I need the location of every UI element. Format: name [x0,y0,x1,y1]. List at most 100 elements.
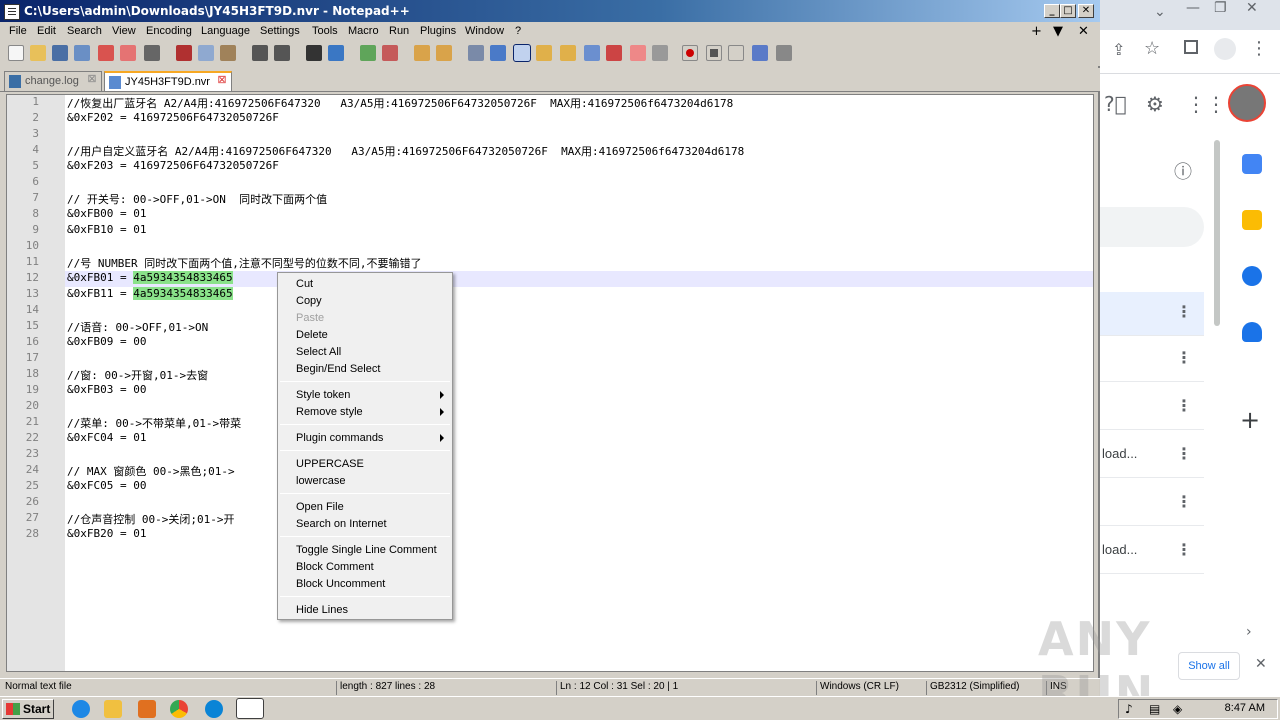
save-all-icon[interactable] [74,45,90,61]
ctx-hide-lines[interactable]: Hide Lines [296,602,348,618]
tab-change-log[interactable]: change.log ⊠ [4,71,102,91]
indent-guide-icon[interactable] [513,44,531,62]
title-bar[interactable]: C:\Users\admin\Downloads\JY45H3FT9D.nvr … [0,0,1100,24]
code-line[interactable]: &0xFB20 = 01 [67,527,146,540]
menu-edit[interactable]: Edit [37,25,56,37]
media-player-icon[interactable] [138,700,156,718]
redo-icon[interactable] [274,45,290,61]
code-line[interactable]: &0xFC04 = 01 [67,431,146,444]
record-macro-icon[interactable] [682,45,698,61]
menu-language[interactable]: Language [201,25,250,37]
menu-settings[interactable]: Settings [260,25,300,37]
profile-icon[interactable] [1214,38,1236,60]
menu-help[interactable]: ? [515,25,521,37]
list-item[interactable]: load... ⋮ [1100,434,1204,478]
list-item[interactable]: ⋮ [1100,292,1204,336]
close-button[interactable]: ✕ [1078,4,1094,18]
more-vert-icon[interactable]: ⋮ [1176,302,1192,321]
code-line[interactable]: &0xFB01 = 4a5934354833465 [67,271,233,284]
calendar-icon[interactable] [1242,154,1262,174]
ctx-search-internet[interactable]: Search on Internet [296,516,387,532]
ctx-select-all[interactable]: Select All [296,344,341,360]
code-line[interactable]: &0xF203 = 416972506F64732050726F [67,159,279,172]
tasks-icon[interactable] [1242,266,1262,286]
code-line[interactable]: //号 NUMBER 同时改下面两个值,注意不同型号的位数不同,不要输错了 [67,255,421,271]
ctx-remove-style[interactable]: Remove style [296,404,363,420]
more-vert-icon[interactable]: ⋮ [1176,396,1192,415]
search-box[interactable] [1100,207,1204,247]
new-file-icon[interactable] [8,45,24,61]
code-line[interactable]: // MAX 窗颜色 00->黑色;01-> [67,463,235,479]
stop-macro-icon[interactable] [706,45,722,61]
ctx-block-uncomment[interactable]: Block Uncomment [296,576,385,592]
find-icon[interactable] [306,45,322,61]
new-tab-icon[interactable]: + [1031,24,1042,39]
ctx-toggle-line-comment[interactable]: Toggle Single Line Comment [296,542,437,558]
tab-jy45h3ft9d[interactable]: JY45H3FT9D.nvr ⊠ [104,71,232,91]
chrome-icon[interactable] [170,700,188,718]
shield-icon[interactable]: ◈ [1173,702,1182,716]
list-item[interactable]: ⋮ [1100,482,1204,526]
copy-icon[interactable] [198,45,214,61]
text-editor[interactable]: 1 2 3 4 5 6 7 8 9 10 11 12 13 14 15 16 17 18 19 20 21 22 23 24 2… [6,94,1094,672]
close-file-icon[interactable] [98,45,114,61]
ctx-plugin-commands[interactable]: Plugin commands [296,430,383,446]
start-button[interactable]: Start [2,699,54,719]
ctx-delete[interactable]: Delete [296,327,328,343]
ctx-begin-end-select[interactable]: Begin/End Select [296,361,380,377]
code-line[interactable]: //菜单: 00->不带菜单,01->带菜 [67,415,241,431]
menu-file[interactable]: File [9,25,27,37]
undo-icon[interactable] [252,45,268,61]
sync-vertical-icon[interactable] [414,45,430,61]
edge-icon[interactable] [205,700,223,718]
keep-icon[interactable] [1242,210,1262,230]
ctx-lowercase[interactable]: lowercase [296,473,346,489]
ctx-block-comment[interactable]: Block Comment [296,559,374,575]
menu-window[interactable]: Window [465,25,504,37]
share-icon[interactable]: ⇪ [1112,40,1125,59]
close-doc-icon[interactable]: ✕ [1078,24,1089,39]
udl-icon[interactable] [536,45,552,61]
ctx-style-token[interactable]: Style token [296,387,350,403]
paste-icon[interactable] [220,45,236,61]
replace-icon[interactable] [328,45,344,61]
code-line[interactable]: // 开关号: 00->OFF,01->ON 同时改下面两个值 [67,191,327,207]
restore-icon[interactable]: ❐ [1214,0,1227,16]
minimize-icon[interactable]: — [1186,0,1200,16]
side-panel-icon[interactable] [1184,40,1198,54]
close-all-icon[interactable] [120,45,136,61]
tab-list-icon[interactable]: ▼ [1053,24,1063,39]
account-avatar[interactable] [1228,84,1266,122]
save-icon[interactable] [52,45,68,61]
code-line[interactable]: &0xFB09 = 00 [67,335,146,348]
selected-text[interactable]: 4a5934354833465 [133,271,233,284]
help-icon[interactable]: ?⃝ [1104,92,1127,116]
ctx-paste[interactable]: Paste [296,310,324,326]
code-line[interactable]: &0xFB00 = 01 [67,207,146,220]
function-list-icon[interactable] [584,45,600,61]
play-macro-icon[interactable] [728,45,744,61]
tab-close-icon[interactable]: ⊠ [86,74,98,86]
menu-run[interactable]: Run [389,25,409,37]
eye-icon[interactable] [652,45,668,61]
code-line[interactable]: &0xFB11 = 4a5934354833465 [67,287,233,300]
open-file-icon[interactable] [30,45,46,61]
menu-encoding[interactable]: Encoding [146,25,192,37]
word-wrap-icon[interactable] [468,45,484,61]
code-line[interactable]: //用户自定义蓝牙名 A2/A4用:416972506F647320 A3/A5… [67,143,744,159]
apps-grid-icon[interactable]: ⋮⋮ [1186,92,1226,116]
gear-icon[interactable]: ⚙ [1146,92,1164,116]
menu-plugins[interactable]: Plugins [420,25,456,37]
list-item[interactable]: ⋮ [1100,338,1204,382]
sync-horizontal-icon[interactable] [436,45,452,61]
more-vert-icon[interactable]: ⋮ [1176,444,1192,463]
more-vert-icon[interactable]: ⋮ [1176,348,1192,367]
code-line[interactable]: //仓声音控制 00->关闭;01->开 [67,511,234,527]
tab-close-icon[interactable]: ⊠ [216,75,228,87]
list-item[interactable]: ⋮ [1100,386,1204,430]
ctx-open-file[interactable]: Open File [296,499,344,515]
info-icon[interactable]: ⓘ [1174,158,1192,184]
code-line[interactable]: //恢复出厂蓝牙名 A2/A4用:416972506F647320 A3/A5用… [67,95,733,111]
more-vert-icon[interactable]: ⋮ [1250,38,1268,59]
ctx-cut[interactable]: Cut [296,276,313,292]
